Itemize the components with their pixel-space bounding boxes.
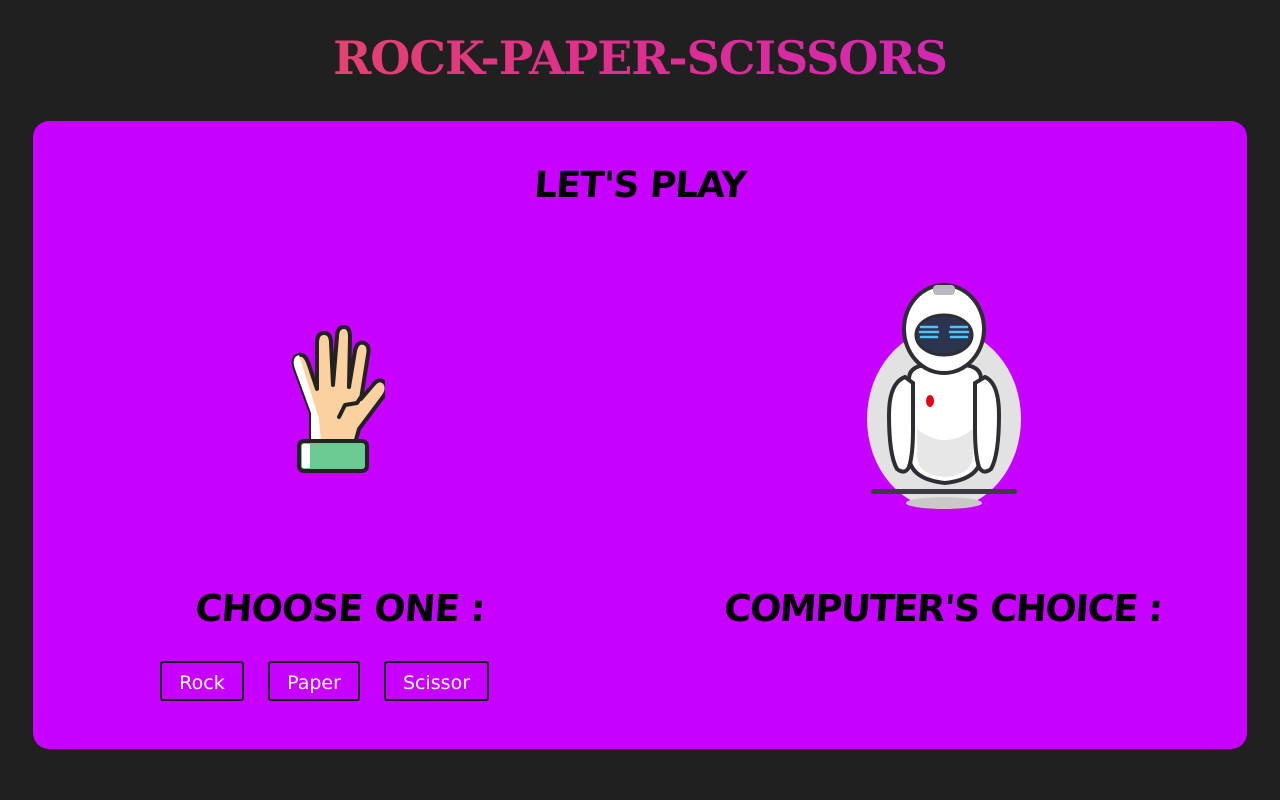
- hand-icon: [291, 325, 389, 473]
- computer-choice-image: [865, 279, 1023, 511]
- robot-icon: [867, 283, 1021, 509]
- game-panel: LET'S PLAY CHOOSE ONE: COMPUTER'S CHOIC…: [33, 121, 1247, 749]
- player-choice-image: [289, 309, 389, 475]
- rock-button[interactable]: Rock: [160, 661, 244, 701]
- computer-choice-heading: COMPUTER'S CHOICE :: [722, 587, 1164, 630]
- scissor-button[interactable]: Scissor: [384, 661, 489, 701]
- page-title: ROCK-PAPER-SCISSORS: [0, 28, 1280, 88]
- lets-play-heading: LET'S PLAY: [532, 165, 748, 206]
- paper-button[interactable]: Paper: [268, 661, 360, 701]
- choose-one-heading: CHOOSE ONE :: [193, 587, 487, 630]
